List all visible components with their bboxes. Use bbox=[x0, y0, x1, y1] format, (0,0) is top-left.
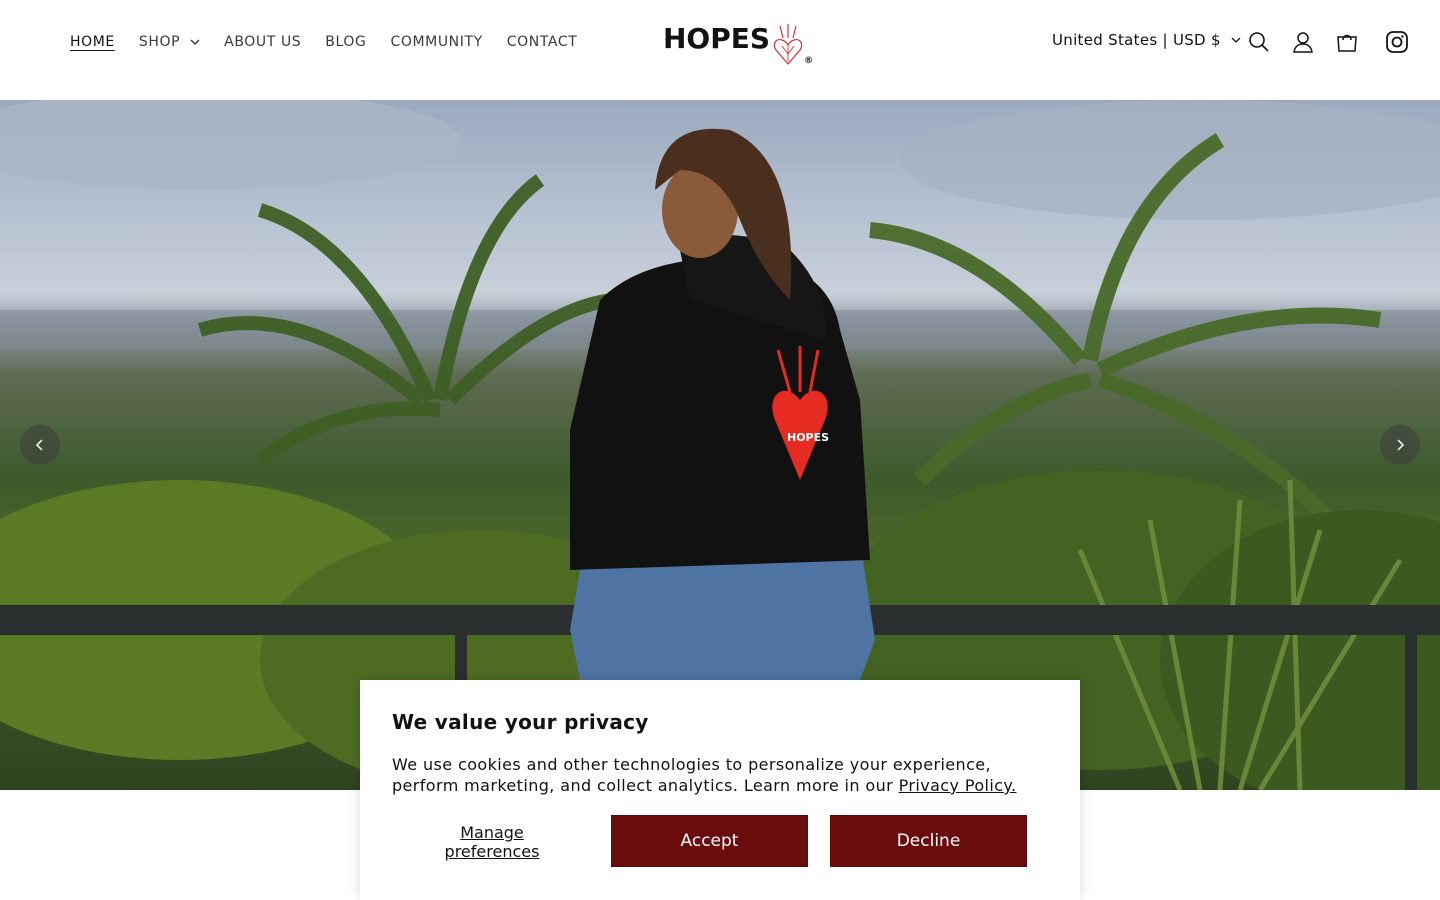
nav-blog[interactable]: BLOG bbox=[325, 34, 366, 50]
nav-shop-label: SHOP bbox=[138, 34, 181, 50]
heart-logo-icon bbox=[773, 24, 803, 65]
cookie-consent-banner: We value your privacy We use cookies and… bbox=[360, 680, 1080, 900]
next-slide-button[interactable] bbox=[1380, 425, 1420, 465]
manage-preferences-link[interactable]: Manage preferences bbox=[442, 823, 542, 861]
region-label: United States | USD $ bbox=[1052, 31, 1221, 49]
instagram-link[interactable] bbox=[1384, 29, 1410, 55]
cookie-text: We use cookies and other technologies to… bbox=[392, 754, 1048, 796]
accept-button[interactable]: Accept bbox=[611, 815, 808, 867]
nav-shop[interactable]: SHOP bbox=[139, 34, 200, 50]
nav-contact[interactable]: CONTACT bbox=[507, 34, 578, 50]
chevron-left-icon bbox=[35, 439, 43, 451]
cart-button[interactable] bbox=[1334, 29, 1360, 55]
instagram-icon bbox=[1386, 31, 1408, 53]
site-header: HOME SHOP ABOUT US BLOG COMMUNITY CONTAC… bbox=[0, 0, 1440, 100]
cookie-title: We value your privacy bbox=[392, 710, 649, 734]
search-button[interactable] bbox=[1246, 29, 1272, 55]
cookie-actions: Manage preferences Accept Decline bbox=[392, 815, 1048, 867]
hoodie-print-text: HOPES bbox=[787, 431, 829, 444]
nav-home[interactable]: HOME bbox=[70, 34, 115, 50]
privacy-policy-link[interactable]: Privacy Policy. bbox=[899, 776, 1017, 795]
account-icon bbox=[1293, 32, 1313, 53]
site-logo[interactable]: HOPES ® bbox=[663, 22, 813, 66]
account-button[interactable] bbox=[1290, 29, 1316, 55]
nav-about[interactable]: ABOUT US bbox=[224, 34, 301, 50]
region-currency-selector[interactable]: United States | USD $ bbox=[1052, 31, 1241, 49]
search-icon bbox=[1249, 32, 1269, 52]
cart-icon bbox=[1337, 34, 1357, 52]
main-nav: HOME SHOP ABOUT US BLOG COMMUNITY CONTAC… bbox=[70, 30, 601, 54]
chevron-right-icon bbox=[1397, 439, 1405, 451]
logo-text: HOPES bbox=[663, 22, 771, 55]
previous-slide-button[interactable] bbox=[20, 425, 60, 465]
chevron-down-icon bbox=[190, 39, 200, 45]
chevron-down-icon bbox=[1231, 37, 1241, 43]
logo-registered-mark: ® bbox=[804, 56, 814, 66]
decline-button[interactable]: Decline bbox=[830, 815, 1027, 867]
nav-community[interactable]: COMMUNITY bbox=[390, 34, 482, 50]
